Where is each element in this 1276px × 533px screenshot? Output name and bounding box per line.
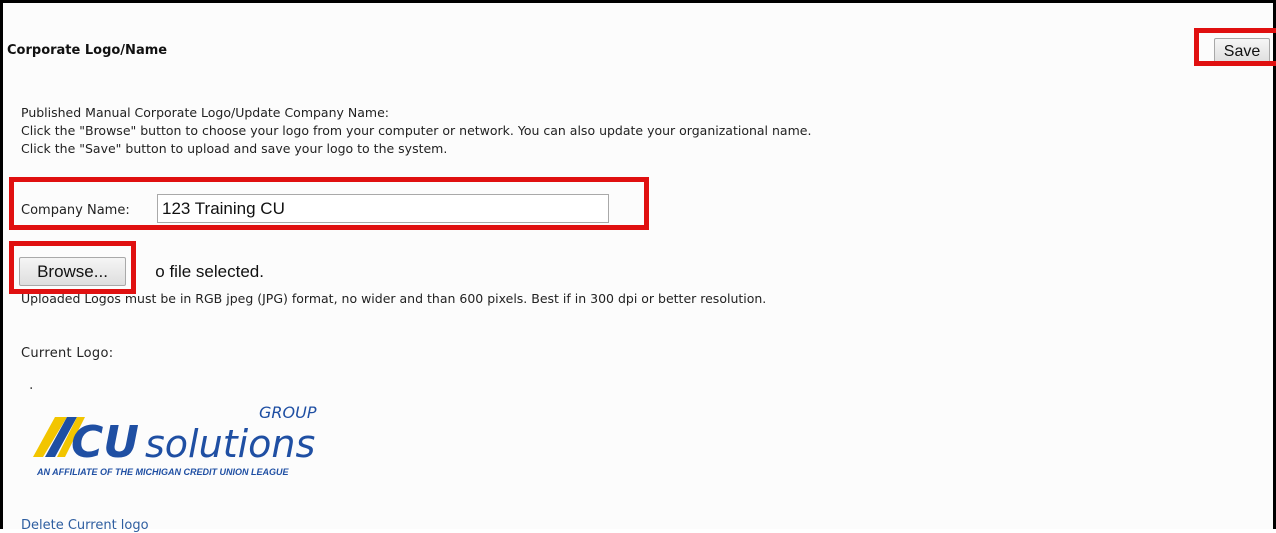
company-name-input[interactable] — [157, 194, 609, 223]
corporate-logo-panel: Corporate Logo/Name Save Published Manua… — [0, 0, 1276, 533]
current-logo-image: GROUP CU solutions AN AFFILIATE OF THE M… — [33, 405, 317, 477]
dot-marker: . — [29, 377, 34, 393]
browse-button[interactable]: Browse... — [19, 257, 126, 286]
company-name-label: Company Name: — [21, 203, 130, 218]
logo-group-text: GROUP — [259, 405, 317, 422]
current-logo-label: Current Logo: — [21, 346, 114, 361]
upload-requirements: Uploaded Logos must be in RGB jpeg (JPG)… — [21, 291, 767, 306]
delete-current-logo-link[interactable]: Delete Current logo — [21, 518, 149, 533]
file-status: No file selected. — [143, 262, 264, 281]
instructions: Published Manual Corporate Logo/Update C… — [21, 104, 811, 158]
highlight-overlap — [139, 259, 155, 285]
logo-tagline-text: AN AFFILIATE OF THE MICHIGAN CREDIT UNIO… — [36, 467, 289, 477]
instruction-line: Click the "Browse" button to choose your… — [21, 123, 812, 138]
instruction-line: Click the "Save" button to upload and sa… — [21, 141, 448, 156]
save-button[interactable]: Save — [1214, 38, 1270, 65]
logo-solutions-text: solutions — [145, 422, 315, 466]
panel-title: Corporate Logo/Name — [7, 43, 168, 58]
instruction-line: Published Manual Corporate Logo/Update C… — [21, 105, 389, 120]
logo-cu-text: CU — [71, 417, 139, 468]
